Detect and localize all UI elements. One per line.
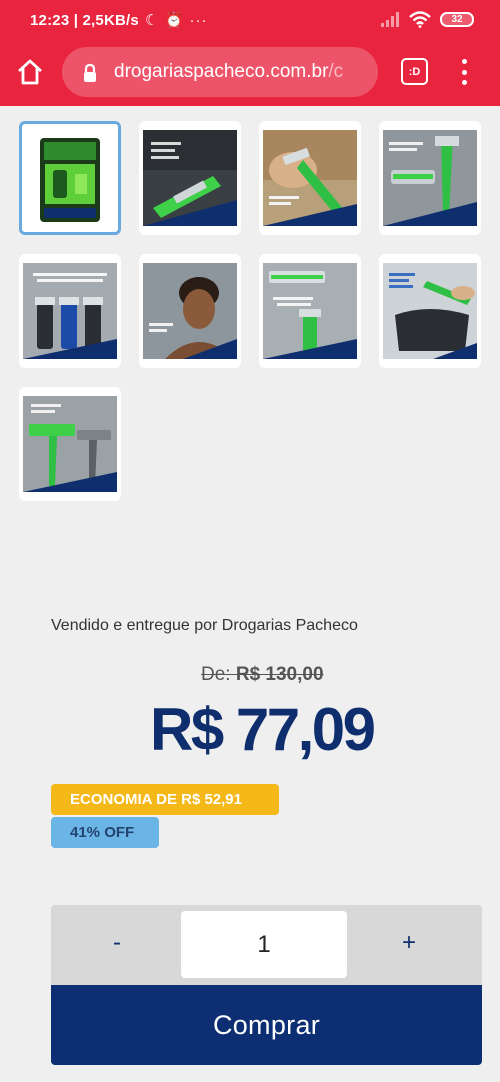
quantity-stepper: - 1 + [51,905,482,985]
url-row: drogariaspacheco.com.br/c :D [0,44,500,100]
old-price: De: R$ 130,00 [201,664,324,686]
razor-package-image [23,130,117,226]
thumbnail-3[interactable] [259,121,361,235]
thumbnail-8[interactable] [379,254,481,368]
alarm-icon: ⏰ [164,12,184,29]
status-bar: 12:23 | 2,5KB/s ☾ ⏰ ··· 32 [0,0,500,40]
home-icon [18,59,42,85]
current-price: R$ 77,09 [150,696,376,763]
home-button[interactable] [14,56,46,88]
increase-quantity-button[interactable]: + [397,929,421,957]
quantity-input[interactable]: 1 [181,911,347,978]
tabs-label: :D [408,65,421,78]
savings-badge: ECONOMIA DE R$ 52,91 [51,784,279,815]
decrease-quantity-button[interactable]: - [105,929,129,957]
browser-chrome: 12:23 | 2,5KB/s ☾ ⏰ ··· 32 drogariaspach… [0,0,500,106]
url-path: /c [328,61,344,82]
thumbnail-6[interactable] [139,254,241,368]
razor-indicator-image [383,130,477,226]
razor-bag-image [383,263,477,359]
more-dots-icon: ··· [189,11,208,29]
discount-text: 41% OFF [70,824,135,841]
thumbnail-9[interactable] [19,387,121,501]
old-price-label: De: [201,664,236,685]
man-portrait-image [143,263,237,359]
url-domain: drogariaspacheco.com.br [114,61,329,82]
thumbnail-2[interactable] [139,121,241,235]
overflow-menu-icon[interactable] [454,56,474,88]
discount-badge: 41% OFF [51,817,159,848]
savings-text: ECONOMIA DE R$ 52,91 [70,791,242,808]
status-left: 12:23 | 2,5KB/s ☾ ⏰ ··· [30,11,208,30]
battery-icon: 32 [440,12,474,27]
moon-icon: ☾ [144,12,159,29]
razor-cartridge-image [263,263,357,359]
signal-icon [381,12,399,27]
razor-dark-image [143,130,237,226]
tabs-button[interactable]: :D [401,58,428,85]
lock-icon [84,63,96,82]
old-price-value: R$ 130,00 [235,664,324,685]
seller-info: Vendido e entregue por Drogarias Pacheco [51,617,358,634]
url-bar[interactable]: drogariaspacheco.com.br/c [62,47,378,97]
buy-button-label: Comprar [212,1009,321,1040]
razor-lineup-image [23,263,117,359]
wifi-icon [409,11,431,28]
thumbnail-7[interactable] [259,254,361,368]
status-time-speed: 12:23 | 2,5KB/s [30,11,139,29]
status-right: 32 [380,11,474,28]
thumbnail-5[interactable] [19,254,121,368]
razor-compare-image [23,396,117,492]
thumbnail-4[interactable] [379,121,481,235]
url-text[interactable]: drogariaspacheco.com.br/c [114,61,370,83]
buy-button[interactable]: Comprar [51,985,482,1065]
thumbnail-1[interactable] [19,121,121,235]
battery-level: 32 [451,14,463,25]
razor-hand-image [263,130,357,226]
